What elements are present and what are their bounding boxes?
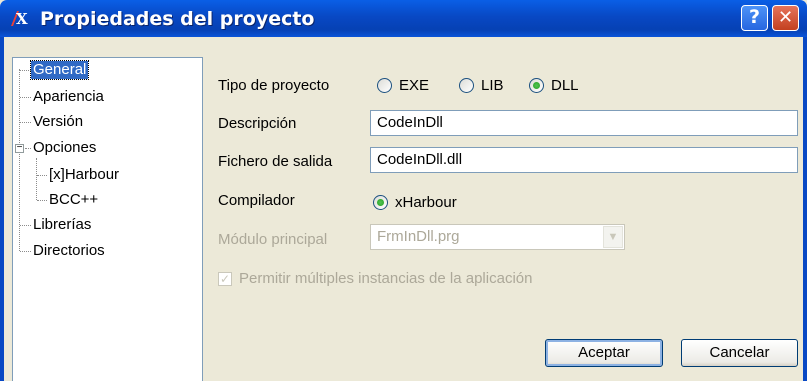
radio-lib[interactable] [459,78,474,93]
fichero-salida-label: Fichero de salida [218,153,333,170]
chevron-down-icon[interactable]: ▼ [603,226,623,248]
radio-lib-label[interactable]: LIB [481,77,504,94]
radio-exe-label[interactable]: EXE [399,77,429,94]
radio-xharbour-label[interactable]: xHarbour [395,194,457,211]
tree-line [20,122,31,123]
radio-selected-dot [377,199,384,206]
accept-button[interactable]: Aceptar [545,339,663,367]
window-title: Propiedades del proyecto [40,8,315,30]
window-frame-right [803,37,807,381]
compilador-label: Compilador [218,192,295,209]
close-button[interactable]: ✕ [772,5,799,31]
tree-item-librerias[interactable]: Librerías [33,216,91,234]
tree-line [20,70,31,71]
help-button[interactable]: ? [741,5,768,31]
modulo-principal-value: FrmInDll.prg [377,228,460,245]
tree-line [36,158,37,200]
tree-line [20,97,31,98]
window-frame-left [0,37,4,381]
tree-item-directorios[interactable]: Directorios [33,242,105,260]
descripcion-field[interactable]: CodeInDll [370,110,798,136]
title-bar[interactable]: X Propiedades del proyecto ? ✕ [0,0,807,37]
tree-item-general[interactable]: General [29,60,90,80]
tree-line [37,175,47,176]
descripcion-label: Descripción [218,115,297,132]
tree-line [20,225,31,226]
tipo-proyecto-label: Tipo de proyecto [218,77,330,94]
radio-exe[interactable] [377,78,392,93]
category-tree[interactable]: General Apariencia Versión − Opciones [x… [12,57,203,381]
svg-text:X: X [16,10,28,28]
tree-item-xharbour[interactable]: [x]Harbour [49,166,119,184]
tree-line [20,251,31,252]
radio-dll-label[interactable]: DLL [551,77,579,94]
cancel-button[interactable]: Cancelar [681,339,798,367]
tree-item-bcc[interactable]: BCC++ [49,191,98,209]
app-icon: X [11,10,28,28]
collapse-icon[interactable]: − [15,143,24,153]
radio-selected-dot [533,82,540,89]
modulo-principal-select[interactable]: FrmInDll.prg ▼ [370,224,625,250]
radio-xharbour[interactable] [373,195,388,210]
tree-item-opciones[interactable]: Opciones [33,139,96,157]
multiples-instancias-label[interactable]: Permitir múltiples instancias de la apli… [239,270,532,287]
multiples-instancias-checkbox[interactable]: ✓ [218,272,232,286]
tree-item-version[interactable]: Versión [33,113,83,131]
tree-item-apariencia[interactable]: Apariencia [33,88,104,106]
radio-dll[interactable] [529,78,544,93]
tree-line [37,200,47,201]
tree-line [25,148,31,149]
modulo-principal-label: Módulo principal [218,231,328,248]
fichero-salida-field[interactable]: CodeInDll.dll [370,147,798,173]
